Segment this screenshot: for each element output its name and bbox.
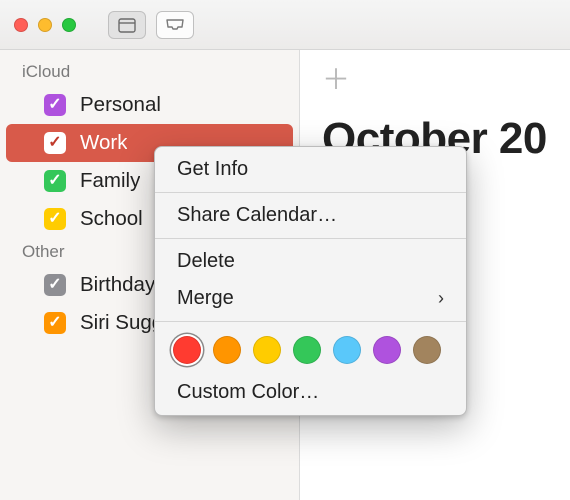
window-controls bbox=[14, 18, 76, 32]
check-icon: ✓ bbox=[48, 135, 61, 151]
menu-share-calendar[interactable]: Share Calendar… bbox=[155, 197, 466, 234]
calendar-checkbox[interactable]: ✓ bbox=[44, 94, 66, 116]
zoom-window-button[interactable] bbox=[62, 18, 76, 32]
color-swatch[interactable] bbox=[253, 336, 281, 364]
check-icon: ✓ bbox=[48, 315, 61, 331]
menu-merge[interactable]: Merge › bbox=[155, 280, 466, 317]
color-swatch[interactable] bbox=[373, 336, 401, 364]
color-swatch[interactable] bbox=[333, 336, 361, 364]
calendar-checkbox[interactable]: ✓ bbox=[44, 132, 66, 154]
color-swatch[interactable] bbox=[213, 336, 241, 364]
calendar-checkbox[interactable]: ✓ bbox=[44, 170, 66, 192]
check-icon: ✓ bbox=[48, 173, 61, 189]
menu-separator bbox=[155, 192, 466, 193]
calendar-context-menu: Get Info Share Calendar… Delete Merge › C… bbox=[154, 146, 467, 416]
calendar-label: Family bbox=[80, 169, 140, 193]
menu-label: Merge bbox=[177, 287, 234, 310]
color-swatch[interactable] bbox=[293, 336, 321, 364]
calendar-label: Birthdays bbox=[80, 273, 165, 297]
add-event-button[interactable]: ＋ bbox=[322, 58, 350, 98]
calendar-icon bbox=[118, 17, 136, 33]
calendars-toggle-button[interactable] bbox=[108, 11, 146, 39]
chevron-right-icon: › bbox=[438, 288, 444, 309]
calendar-label: Work bbox=[80, 131, 127, 155]
color-swatch-row bbox=[155, 326, 466, 374]
sidebar-item-personal[interactable]: ✓ Personal bbox=[6, 86, 293, 124]
calendar-label: School bbox=[80, 207, 143, 231]
minimize-window-button[interactable] bbox=[38, 18, 52, 32]
menu-separator bbox=[155, 238, 466, 239]
inbox-button[interactable] bbox=[156, 11, 194, 39]
calendar-checkbox[interactable]: ✓ bbox=[44, 208, 66, 230]
window-titlebar bbox=[0, 0, 570, 50]
menu-custom-color[interactable]: Custom Color… bbox=[155, 374, 466, 411]
close-window-button[interactable] bbox=[14, 18, 28, 32]
menu-separator bbox=[155, 321, 466, 322]
check-icon: ✓ bbox=[48, 277, 61, 293]
menu-label: Custom Color… bbox=[177, 381, 319, 404]
menu-label: Get Info bbox=[177, 158, 248, 181]
check-icon: ✓ bbox=[48, 211, 61, 227]
sidebar-section-title: iCloud bbox=[0, 58, 299, 86]
calendar-checkbox[interactable]: ✓ bbox=[44, 312, 66, 334]
menu-delete[interactable]: Delete bbox=[155, 243, 466, 280]
calendar-label: Personal bbox=[80, 93, 161, 117]
tray-icon bbox=[165, 18, 185, 32]
menu-label: Share Calendar… bbox=[177, 204, 337, 227]
menu-get-info[interactable]: Get Info bbox=[155, 151, 466, 188]
color-swatch[interactable] bbox=[413, 336, 441, 364]
calendar-checkbox[interactable]: ✓ bbox=[44, 274, 66, 296]
check-icon: ✓ bbox=[48, 97, 61, 113]
color-swatch[interactable] bbox=[173, 336, 201, 364]
menu-label: Delete bbox=[177, 250, 235, 273]
